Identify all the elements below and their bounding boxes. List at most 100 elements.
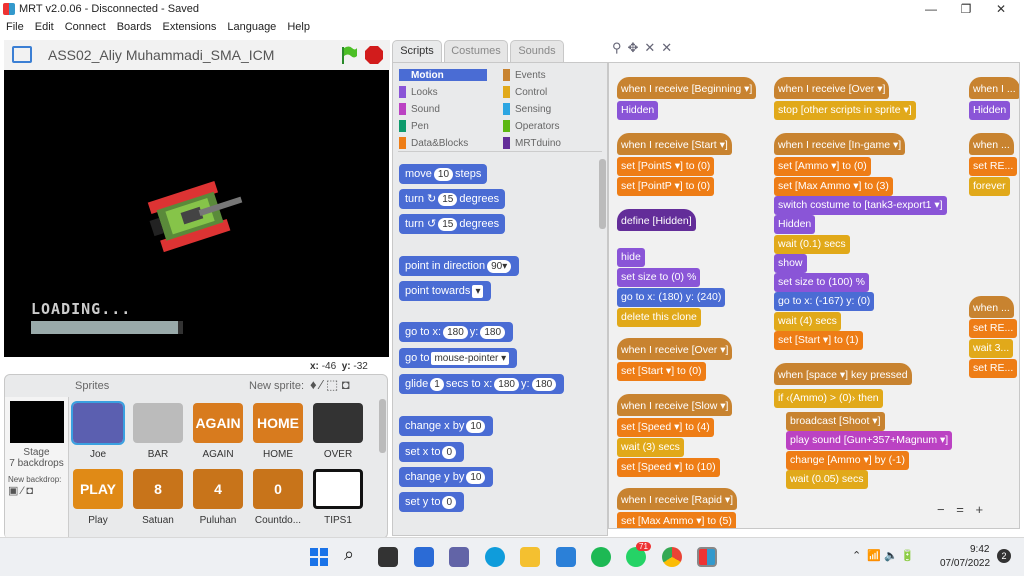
- script-block[interactable]: set [PointP ▾] to (0): [617, 177, 715, 196]
- edge-icon[interactable]: [485, 547, 505, 567]
- menu-edit[interactable]: Edit: [35, 21, 54, 33]
- script-block[interactable]: wait 3...: [969, 339, 1014, 358]
- script-block[interactable]: when I receive [Over ▾]: [617, 338, 733, 360]
- script-block[interactable]: stop [other scripts in sprite ▾]: [774, 101, 916, 120]
- script-block[interactable]: set [Speed ▾] to (4): [617, 418, 714, 437]
- stage-thumb-panel[interactable]: Stage 7 backdrops New backdrop: ▣ ⁄ ◘: [5, 397, 69, 540]
- category-motion[interactable]: Motion: [399, 69, 487, 81]
- block-turn-right[interactable]: turn ↻ 15 degrees: [399, 189, 506, 209]
- sprite-thumb[interactable]: 0 Countdo...: [249, 469, 307, 526]
- close-button[interactable]: ✕: [978, 0, 1024, 18]
- block-change-y[interactable]: change y by 10: [399, 467, 494, 487]
- zoom-reset-button[interactable]: =: [956, 502, 968, 517]
- tab-scripts[interactable]: Scripts: [392, 40, 442, 62]
- script-block[interactable]: Hidden: [617, 101, 659, 120]
- script-block[interactable]: hide: [617, 248, 645, 267]
- menu-connect[interactable]: Connect: [65, 21, 106, 33]
- script-block[interactable]: set [Max Ammo ▾] to (5): [617, 512, 736, 528]
- category-datablocks[interactable]: Data&Blocks: [399, 137, 468, 149]
- script-block[interactable]: wait (0.05) secs: [786, 470, 868, 489]
- sprite-scrollbar[interactable]: [379, 399, 386, 453]
- script-block[interactable]: play sound [Gun+357+Magnum ▾]: [786, 431, 953, 450]
- zoom-in-button[interactable]: +: [975, 502, 987, 517]
- script-block[interactable]: when ...: [969, 133, 1014, 155]
- script-block[interactable]: broadcast [Shoot ▾]: [786, 412, 885, 431]
- menu-file[interactable]: File: [6, 21, 24, 33]
- script-block[interactable]: wait (3) secs: [617, 438, 684, 457]
- sprite-thumb[interactable]: HOME HOME: [249, 403, 307, 460]
- block-turn-left[interactable]: turn ↺ 15 degrees: [399, 214, 506, 234]
- script-block[interactable]: set [Start ▾] to (1): [774, 331, 863, 350]
- stage-canvas[interactable]: LOADING...: [4, 70, 389, 357]
- category-sensing[interactable]: Sensing: [503, 103, 551, 115]
- script-block[interactable]: if ‹(Ammo) > (0)› then: [774, 389, 883, 408]
- script-block[interactable]: go to x: (-167) y: (0): [774, 292, 875, 311]
- script-area[interactable]: when I receive [Beginning ▾] Hidden when I…: [608, 62, 1020, 529]
- block-change-x[interactable]: change x by 10: [399, 416, 494, 436]
- script-block[interactable]: forever: [969, 177, 1010, 196]
- category-mrtduino[interactable]: MRTduino: [503, 137, 561, 149]
- file-explorer-icon[interactable]: [520, 547, 540, 567]
- category-pen[interactable]: Pen: [399, 120, 429, 132]
- menu-extensions[interactable]: Extensions: [163, 21, 217, 33]
- block-point-direction[interactable]: point in direction 90▾: [399, 256, 520, 276]
- category-operators[interactable]: Operators: [503, 120, 559, 132]
- script-block[interactable]: delete this clone: [617, 308, 701, 327]
- script-block[interactable]: define [Hidden]: [617, 209, 696, 231]
- palette-scrollbar[interactable]: [599, 159, 606, 229]
- chrome-icon[interactable]: [662, 547, 682, 567]
- sprite-thumb[interactable]: Joe: [69, 401, 127, 460]
- tab-costumes[interactable]: Costumes: [444, 40, 508, 62]
- fullscreen-icon[interactable]: [12, 46, 32, 63]
- sprite-thumb[interactable]: 4 Puluhan: [189, 469, 247, 526]
- task-view-icon[interactable]: [378, 547, 398, 567]
- category-looks[interactable]: Looks: [399, 86, 438, 98]
- block-point-towards[interactable]: point towards ▾: [399, 281, 492, 301]
- script-block[interactable]: change [Ammo ▾] by (-1): [786, 451, 909, 470]
- stage-thumbnail[interactable]: [9, 401, 64, 443]
- category-events[interactable]: Events: [503, 69, 546, 81]
- tank-sprite[interactable]: [142, 170, 252, 260]
- menu-help[interactable]: Help: [287, 21, 310, 33]
- block-move[interactable]: move 10 steps: [399, 164, 488, 184]
- windows-start-icon[interactable]: [310, 548, 328, 566]
- script-block[interactable]: when ...: [969, 296, 1014, 318]
- script-block[interactable]: when I receive [Rapid ▾]: [617, 488, 738, 510]
- sprite-thumb[interactable]: 8 Satuan: [129, 469, 187, 526]
- stop-icon[interactable]: [364, 45, 384, 65]
- script-block[interactable]: switch costume to [tank3-export1 ▾]: [774, 196, 947, 215]
- script-block[interactable]: Hidden: [774, 215, 816, 234]
- clock-time[interactable]: 9:42: [970, 544, 989, 555]
- menu-boards[interactable]: Boards: [117, 21, 152, 33]
- zoom-out-button[interactable]: −: [937, 502, 949, 517]
- script-block[interactable]: set size to (0) %: [617, 268, 701, 287]
- script-block[interactable]: Hidden: [969, 101, 1011, 120]
- script-block[interactable]: when I receive [Slow ▾]: [617, 394, 733, 416]
- tray-icons[interactable]: ⌃ 📶 🔈 🔋: [852, 549, 915, 562]
- widgets-icon[interactable]: [414, 547, 434, 567]
- script-block[interactable]: when [space ▾] key pressed: [774, 363, 912, 385]
- mail-icon[interactable]: [556, 547, 576, 567]
- block-goto-target[interactable]: go to mouse-pointer ▾: [399, 348, 518, 368]
- script-block[interactable]: set size to (100) %: [774, 273, 869, 292]
- new-backdrop-icons[interactable]: ▣ ⁄ ◘: [8, 484, 68, 497]
- script-block[interactable]: wait (0.1) secs: [774, 235, 850, 254]
- clock-date[interactable]: 07/07/2022: [940, 558, 990, 569]
- script-block[interactable]: set [Start ▾] to (0): [617, 362, 706, 381]
- block-set-y[interactable]: set y to 0: [399, 492, 465, 512]
- zoom-controls[interactable]: − = +: [937, 502, 987, 517]
- script-block[interactable]: set [Max Ammo ▾] to (3): [774, 177, 893, 196]
- script-block[interactable]: wait (4) secs: [774, 312, 841, 331]
- cursor-tools[interactable]: ⚲✥✕✕: [612, 40, 678, 56]
- script-block[interactable]: when I receive [In-game ▾]: [774, 133, 906, 155]
- category-sound[interactable]: Sound: [399, 103, 440, 115]
- notification-badge[interactable]: 2: [997, 549, 1011, 563]
- script-block[interactable]: when I receive [Beginning ▾]: [617, 77, 757, 99]
- tab-sounds[interactable]: Sounds: [510, 40, 564, 62]
- mrt-app-icon[interactable]: [697, 547, 717, 567]
- green-flag-icon[interactable]: [340, 45, 358, 65]
- new-sprite-icons[interactable]: ♦ ⁄ ⬚ ◘: [310, 377, 350, 393]
- sprite-thumb[interactable]: PLAY Play: [69, 469, 127, 526]
- script-block[interactable]: set [Ammo ▾] to (0): [774, 157, 871, 176]
- script-block[interactable]: set RE...: [969, 157, 1018, 176]
